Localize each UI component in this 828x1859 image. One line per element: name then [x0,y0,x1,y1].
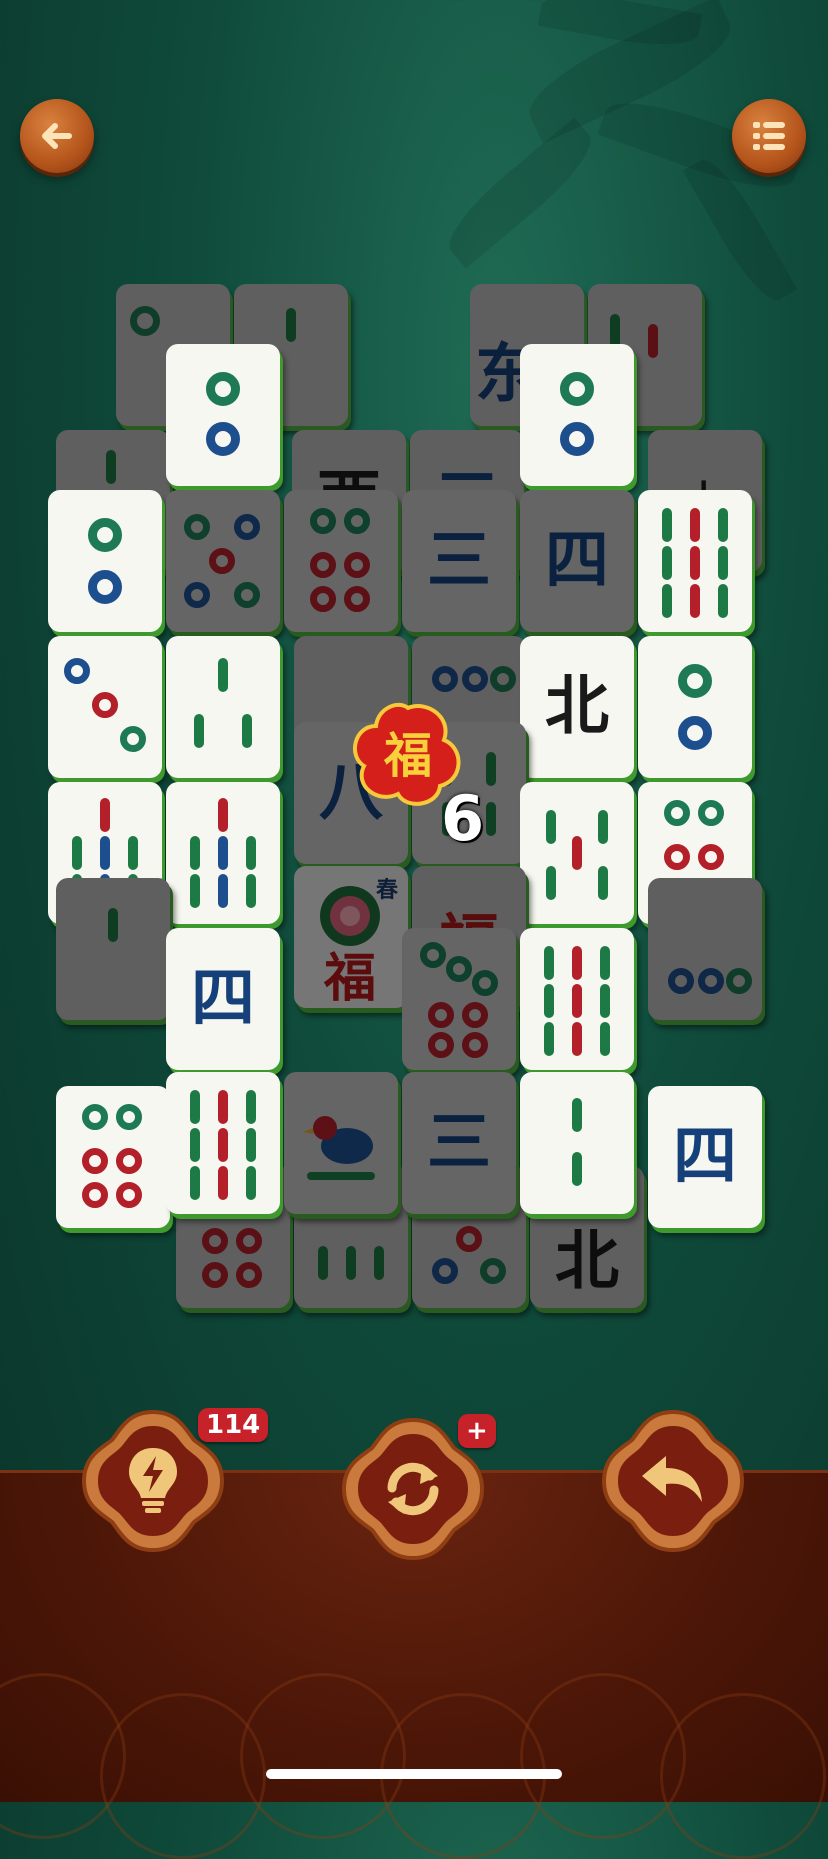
tile-nine-bamboo-b[interactable] [520,928,634,1070]
tile-three-circles[interactable] [48,636,162,778]
tile-char: 北 [545,669,609,744]
tile-char: 四 [673,1119,737,1194]
tile-four-c[interactable]: 四 [648,1086,762,1228]
peony-icon: 福 [320,886,380,1006]
tile-three[interactable]: 三 [402,490,516,632]
shuffle-add-badge[interactable]: + [458,1414,496,1448]
tile-five-circles[interactable] [166,490,280,632]
tile-two-circles-upper-right[interactable] [520,344,634,486]
lightbulb-bolt-icon [129,1448,177,1513]
tile-two-circles-upper-left[interactable] [166,344,280,486]
tile-six-circles[interactable] [284,490,398,632]
tile-six-circles-c[interactable] [56,1086,170,1228]
tile-seven-bamboo-b[interactable] [166,782,280,924]
undo-button[interactable] [598,1406,748,1556]
tile-char: 三 [427,523,491,598]
tile-nine-bamboo-c[interactable] [166,1072,280,1214]
tile-bamboo-back-4[interactable] [56,878,170,1020]
mahjong-board: 东 西 三 上 [0,0,828,1400]
home-indicator[interactable] [266,1769,562,1779]
tile-char: 四 [191,961,255,1036]
combo-counter: 6 [441,782,485,855]
tile-nine-bamboo[interactable] [638,490,752,632]
tile-char: 四 [545,523,609,598]
tile-char: 北 [555,1224,619,1299]
refresh-arrows-icon [387,1462,439,1516]
tile-two-circles[interactable] [48,490,162,632]
undo-arrow-icon [642,1456,702,1502]
svg-text:福: 福 [383,728,432,784]
tile-bird-bamboo[interactable] [284,1072,398,1214]
hint-button[interactable]: 114 [78,1406,269,1556]
bird-icon [303,1116,375,1180]
tile-seven-circles[interactable] [402,928,516,1070]
tile-three-bamboo[interactable] [166,636,280,778]
tile-spring-flower[interactable]: 春 福 [294,866,408,1008]
tile-two-circles-b[interactable] [638,636,752,778]
tile-three-b[interactable]: 三 [402,1072,516,1214]
hint-count-badge: 114 [198,1408,269,1442]
tile-four[interactable]: 四 [520,490,634,632]
shuffle-button[interactable]: + [338,1414,496,1564]
tile-four-b[interactable]: 四 [166,928,280,1070]
tile-char: 三 [427,1105,491,1180]
svg-text:福: 福 [323,948,376,1006]
tile-circles-back-2[interactable] [648,878,762,1020]
tile-five-bamboo[interactable] [520,782,634,924]
tile-north[interactable]: 北 [520,636,634,778]
tile-two-bamboo[interactable] [520,1072,634,1214]
